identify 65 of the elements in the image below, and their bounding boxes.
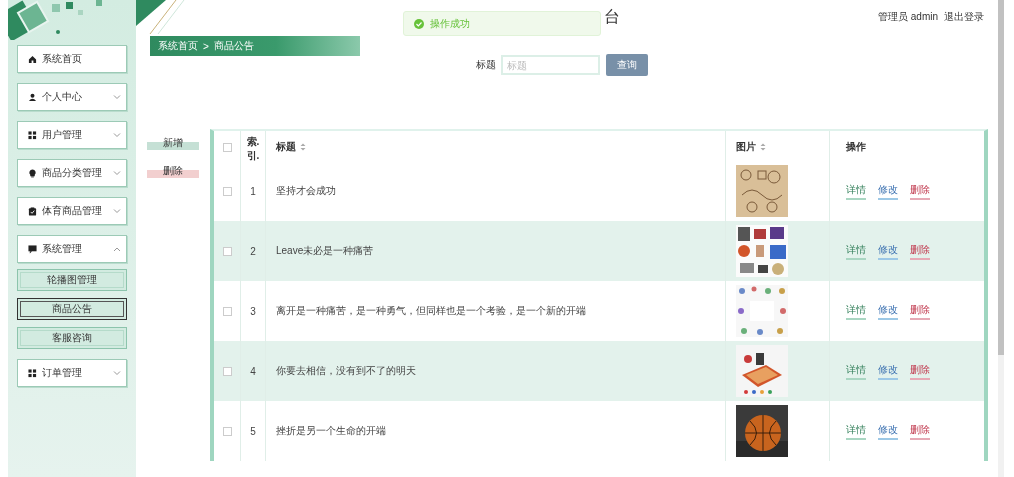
table-cell: 你要去相信，没有到不了的明天 [266,341,726,401]
edit-link[interactable]: 修改 [878,302,898,320]
checkbox[interactable] [222,142,232,152]
sort-icon[interactable] [760,143,766,151]
check-circle-icon [414,18,424,29]
toast-message: 操作成功 [430,16,470,31]
checkbox[interactable] [222,306,232,316]
grid-icon [28,368,37,378]
person-icon [28,92,37,102]
scrollbar-thumb[interactable] [998,0,1004,355]
checkbox[interactable] [222,426,232,436]
breadcrumb-link[interactable]: 商品公告 [213,39,254,53]
message-icon [28,244,37,254]
clipboard-icon [28,206,37,216]
column-header: 操作 [846,140,866,154]
details-link[interactable]: 详情 [846,242,866,260]
home-icon [28,54,37,64]
checkbox[interactable] [222,186,232,196]
add-button[interactable]: 新增 [147,135,199,150]
table-cell: Leave未必是一种痛苦 [266,221,726,281]
scrollbar[interactable] [998,0,1004,477]
table-cell: 挫折是另一个生命的开端 [266,401,726,461]
menu-item[interactable]: 订单管理 [17,359,127,387]
submenu-item[interactable]: 客服咨询 [17,327,127,349]
logout-link[interactable]: 退出登录 [944,10,984,24]
checkbox[interactable] [222,246,232,256]
search-field[interactable]: 标题 [501,55,600,75]
bulb-icon [28,168,37,178]
submenu-item[interactable]: 轮播图管理 [17,269,127,291]
page-title: 台 [604,6,620,27]
details-link[interactable]: 详情 [846,302,866,320]
delete-link[interactable]: 删除 [910,242,930,260]
delete-link[interactable]: 删除 [910,302,930,320]
edit-link[interactable]: 修改 [878,182,898,200]
submenu-item[interactable]: 商品公告 [17,298,127,320]
search-button[interactable]: 查询 [606,54,648,76]
menu-item[interactable]: 系统管理 [17,235,127,263]
column-header: 图片 [736,140,756,154]
menu-item[interactable]: 用户管理 [17,121,127,149]
search-label: 标题 [476,58,496,72]
menu-item[interactable]: 体育商品管理 [17,197,127,225]
edit-link[interactable]: 修改 [878,362,898,380]
details-link[interactable]: 详情 [846,422,866,440]
edit-link[interactable]: 修改 [878,242,898,260]
delete-link[interactable]: 删除 [910,182,930,200]
checkbox[interactable] [222,366,232,376]
delete-link[interactable]: 删除 [910,362,930,380]
details-link[interactable]: 详情 [846,182,866,200]
edit-link[interactable]: 修改 [878,422,898,440]
menu-item[interactable]: 系统首页 [17,45,127,73]
delete-link[interactable]: 删除 [910,422,930,440]
table-cell: 2 [241,221,266,281]
column-header: 索.引. [246,135,260,163]
breadcrumb-separator: > [203,40,209,52]
menu-item[interactable]: 个人中心 [17,83,127,111]
details-link[interactable]: 详情 [846,362,866,380]
table-cell: 5 [241,401,266,461]
table-cell: 4 [241,341,266,401]
column-header: 标题 [276,140,296,154]
breadcrumb-link[interactable]: 系统首页 [158,39,198,53]
delete-button[interactable]: 删除 [147,163,199,178]
grid-icon [28,130,37,140]
user-name: 管理员 admin [878,10,938,24]
sort-icon[interactable] [300,143,306,151]
menu-item[interactable]: 商品分类管理 [17,159,127,187]
